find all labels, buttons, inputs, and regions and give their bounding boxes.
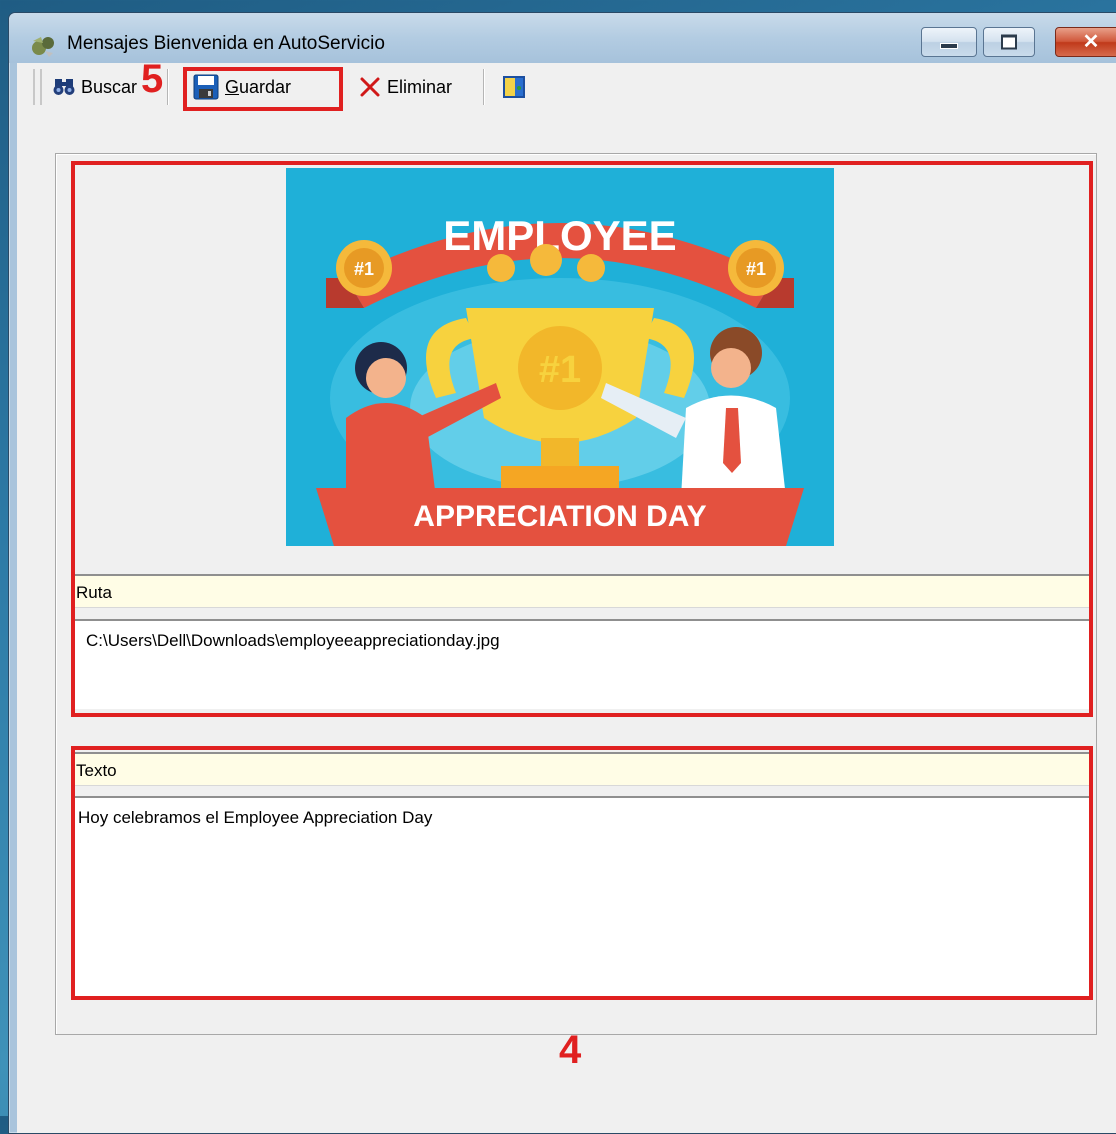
step-5-badge: 5 [141,57,164,101]
minimize-icon [940,43,958,49]
close-icon: ✕ [1082,31,1100,53]
delete-button-label: Eliminar [387,76,453,97]
toolbar: Buscar Guardar Eliminar 5 [17,57,1116,111]
step-4-badge: 4 [559,1028,582,1072]
app-window: Mensajes Bienvenida en AutoServicio ✕ Bu… [8,12,1116,1134]
maximize-button[interactable] [983,27,1035,57]
text-section-highlight-box [71,746,1093,1000]
exit-button[interactable] [501,71,533,103]
image-section-highlight-box [71,161,1093,717]
client-area: Buscar Guardar Eliminar 5 EMPLOYEE #1 #1… [17,57,1116,1133]
toolbar-separator [483,69,484,105]
window-title: Mensajes Bienvenida en AutoServicio [67,33,385,54]
search-button-label: Buscar [81,76,138,97]
title-bar[interactable]: Mensajes Bienvenida en AutoServicio ✕ [9,13,1116,63]
minimize-button[interactable] [921,27,977,57]
toolbar-grip[interactable] [33,69,42,105]
delete-button[interactable]: Eliminar [359,71,452,103]
search-button[interactable]: Buscar [53,71,137,103]
save-highlight-box [183,67,343,111]
exit-door-icon [503,76,525,98]
close-button[interactable]: ✕ [1055,27,1116,57]
toolbar-separator [167,69,168,105]
app-icon [32,37,54,57]
maximize-icon [1001,34,1017,50]
binoculars-icon [53,79,75,95]
delete-x-icon [360,77,380,97]
